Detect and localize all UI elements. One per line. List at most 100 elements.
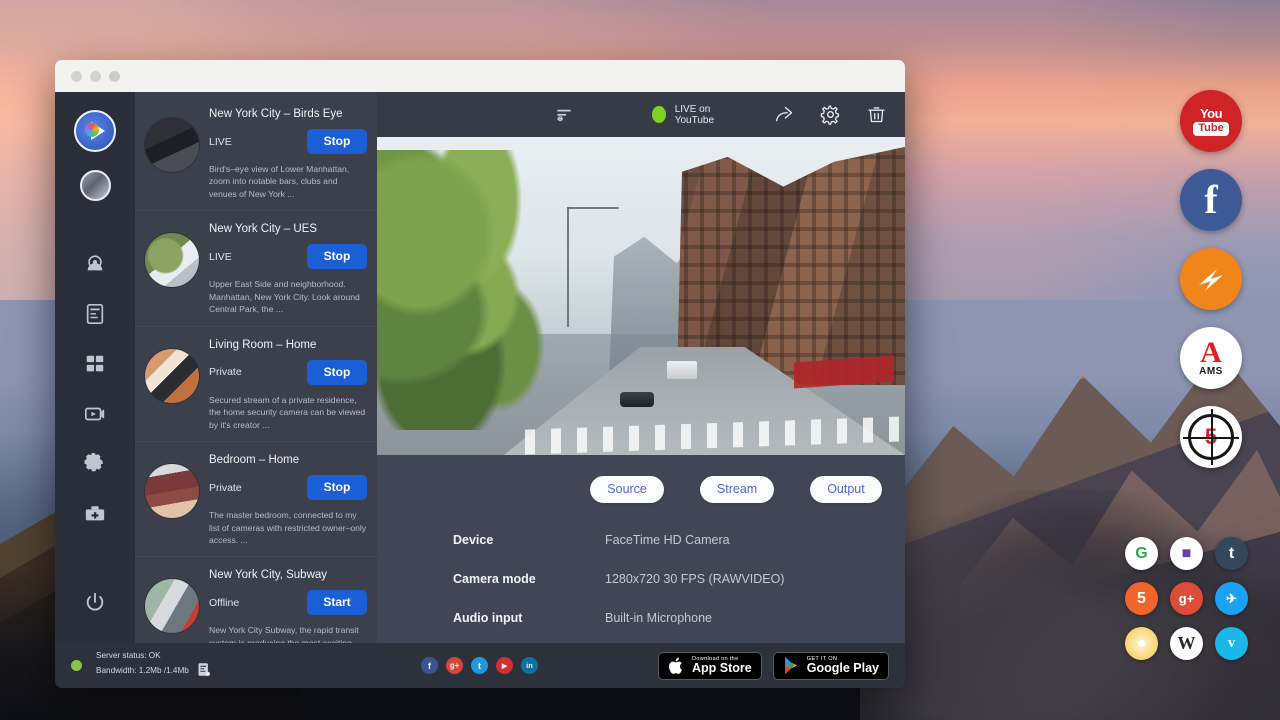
tab-stream[interactable]: Stream xyxy=(700,476,774,503)
sun-icon[interactable]: ● xyxy=(1125,627,1158,660)
googleplus-glyph: g+ xyxy=(450,661,460,670)
camera-state: Offline xyxy=(209,597,239,609)
tab-output[interactable]: Output xyxy=(810,476,882,503)
window-titlebar[interactable] xyxy=(55,60,905,92)
target5-icon[interactable]: 5 xyxy=(1180,406,1242,468)
facebook-glyph: f xyxy=(1204,181,1217,219)
camera-state: Private xyxy=(209,366,242,378)
log-icon[interactable] xyxy=(196,662,211,681)
server-status-line: Server status: OK xyxy=(96,650,211,662)
camera-thumbnail xyxy=(145,349,199,403)
gear-icon[interactable] xyxy=(78,447,112,481)
g-glyph: G xyxy=(1135,545,1147,563)
close-button[interactable] xyxy=(71,71,82,82)
desktop-mini-dock: G ■ t 5 g+ ✈ ● W v xyxy=(1125,537,1250,662)
camera-list-item[interactable]: New York City, Subway Offline Start New … xyxy=(135,557,377,643)
twitter-icon[interactable]: ✈ xyxy=(1215,582,1248,615)
facebook-icon[interactable]: f xyxy=(1180,169,1242,231)
live-status-dot xyxy=(652,106,666,123)
linkedin-icon[interactable]: in xyxy=(521,657,538,674)
youtube-icon[interactable]: You Tube xyxy=(1180,90,1242,152)
google-play-badge[interactable]: GET IT ON Google Play xyxy=(773,652,889,680)
share-icon[interactable] xyxy=(773,102,795,128)
minimize-button[interactable] xyxy=(90,71,101,82)
store-badges: Download on the App Store GET IT ON Goog… xyxy=(658,652,889,680)
settings-row: Audio input Built-in Microphone xyxy=(453,611,905,625)
list-icon[interactable] xyxy=(78,297,112,331)
tumblr-glyph: t xyxy=(1229,545,1234,563)
adobe-ams-icon[interactable]: A AMS xyxy=(1180,327,1242,389)
camera-toggle-button[interactable]: Stop xyxy=(307,360,367,385)
camera-title: New York City – UES xyxy=(209,223,367,235)
google-play-large-text: Google Play xyxy=(807,662,879,675)
apple-icon xyxy=(668,656,685,676)
trash-icon[interactable] xyxy=(865,102,887,128)
vimeo-glyph: v xyxy=(1228,635,1236,652)
youtube-bottom-text: Tube xyxy=(1193,122,1228,136)
camera-state: LIVE xyxy=(209,136,232,148)
youtube-icon[interactable]: ▶ xyxy=(496,657,513,674)
grid-icon[interactable] xyxy=(78,347,112,381)
camera-list-item[interactable]: New York City – Birds Eye LIVE Stop Bird… xyxy=(135,96,377,211)
twitter-glyph: t xyxy=(478,661,481,671)
setting-value[interactable]: FaceTime HD Camera xyxy=(605,533,730,547)
live-status: LIVE on YouTube xyxy=(652,104,739,126)
facebook-icon[interactable]: f xyxy=(421,657,438,674)
power-icon[interactable] xyxy=(78,585,112,619)
googleplus-glyph: g+ xyxy=(1179,591,1195,606)
video-preview[interactable] xyxy=(377,137,905,455)
user-avatar[interactable] xyxy=(80,170,111,201)
twitter-icon[interactable]: t xyxy=(471,657,488,674)
settings-row: Camera mode 1280x720 30 FPS (RAWVIDEO) xyxy=(453,572,905,586)
g-icon[interactable]: G xyxy=(1125,537,1158,570)
camera-state: LIVE xyxy=(209,251,232,263)
five-icon[interactable]: 5 xyxy=(1125,582,1158,615)
play-icon xyxy=(783,656,800,675)
wowza-icon[interactable] xyxy=(1180,248,1242,310)
vimeo-icon[interactable]: v xyxy=(1215,627,1248,660)
camera-toggle-button[interactable]: Stop xyxy=(307,129,367,154)
setting-label: Audio input xyxy=(453,611,605,625)
zoom-button[interactable] xyxy=(109,71,120,82)
googleplus-icon[interactable]: g+ xyxy=(1170,582,1203,615)
twitch-icon[interactable]: ■ xyxy=(1170,537,1203,570)
setting-label: Camera mode xyxy=(453,572,605,586)
camera-title: Living Room – Home xyxy=(209,339,367,351)
camera-toggle-button[interactable]: Start xyxy=(307,590,367,615)
wordpress-icon[interactable]: W xyxy=(1170,627,1203,660)
googleplus-icon[interactable]: g+ xyxy=(446,657,463,674)
webcam-icon[interactable] xyxy=(78,247,112,281)
camera-list-item[interactable]: Living Room – Home Private Stop Secured … xyxy=(135,327,377,442)
medkit-icon[interactable] xyxy=(78,497,112,531)
app-logo[interactable] xyxy=(74,110,116,152)
camera-title: New York City – Birds Eye xyxy=(209,108,367,120)
top-toolbar: LIVE on YouTube xyxy=(377,92,905,137)
setting-value[interactable]: Built-in Microphone xyxy=(605,611,712,625)
tumblr-icon[interactable]: t xyxy=(1215,537,1248,570)
settings-list: Device FaceTime HD Camera Camera mode 12… xyxy=(377,503,905,650)
gear-icon[interactable] xyxy=(819,102,841,128)
server-status-dot xyxy=(71,660,82,671)
camera-list-item[interactable]: Bedroom – Home Private Stop The master b… xyxy=(135,442,377,557)
twitter-glyph: ✈ xyxy=(1226,591,1237,607)
camera-state: Private xyxy=(209,482,242,494)
camera-description: Secured stream of a private residence, t… xyxy=(209,394,367,431)
camera-thumbnail xyxy=(145,233,199,287)
app-store-badge[interactable]: Download on the App Store xyxy=(658,652,762,680)
camera-thumbnail xyxy=(145,118,199,172)
desktop-service-dock: You Tube f A AMS 5 xyxy=(1180,90,1242,468)
camera-toggle-button[interactable]: Stop xyxy=(307,475,367,500)
sidebar-rail xyxy=(55,92,135,643)
camera-list[interactable]: New York City – Birds Eye LIVE Stop Bird… xyxy=(135,92,377,643)
setting-label: Device xyxy=(453,533,605,547)
linkedin-glyph: in xyxy=(526,661,533,670)
camera-list-item[interactable]: New York City – UES LIVE Stop Upper East… xyxy=(135,211,377,326)
setting-value[interactable]: 1280x720 30 FPS (RAWVIDEO) xyxy=(605,572,784,586)
sort-icon[interactable] xyxy=(555,106,574,124)
camera-description: New York City Subway, the rapid transit … xyxy=(209,624,367,643)
camera-toggle-button[interactable]: Stop xyxy=(307,244,367,269)
tab-source[interactable]: Source xyxy=(590,476,664,503)
video-icon[interactable] xyxy=(78,397,112,431)
live-status-label: LIVE on YouTube xyxy=(675,104,739,126)
target5-glyph: 5 xyxy=(1205,424,1217,450)
